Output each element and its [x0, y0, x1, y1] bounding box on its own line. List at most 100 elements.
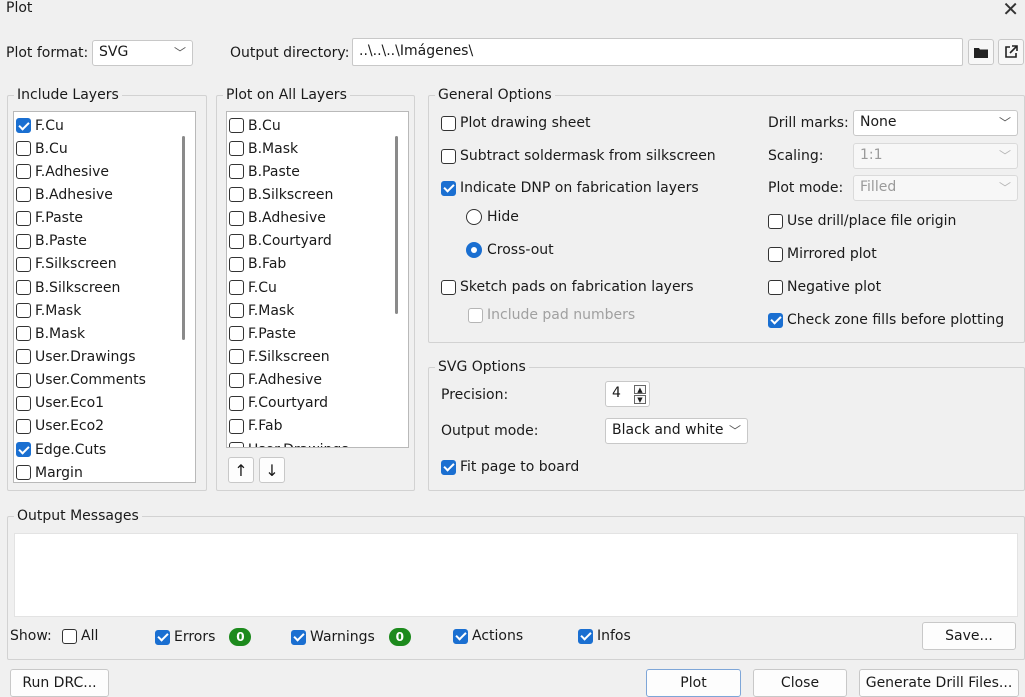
show-all-checkbox[interactable]: All [62, 628, 98, 644]
layer-checkbox[interactable] [16, 395, 31, 411]
include-layer-item[interactable]: B.Mask [14, 322, 177, 345]
include-layer-item[interactable]: User.Eco2 [14, 415, 177, 438]
close-window-icon[interactable]: ✕ [1002, 0, 1019, 21]
layer-checkbox[interactable] [16, 349, 31, 365]
output-directory-input[interactable]: ..\..\..\Imágenes\ [352, 38, 963, 66]
layer-checkbox[interactable] [16, 118, 31, 134]
plot-all-layers-list[interactable]: B.Cu B.Mask B.Paste B.Silkscreen B.Adhesive B… [226, 111, 409, 448]
layer-checkbox[interactable] [229, 326, 244, 342]
plot-mode-select[interactable]: Filled ﹀ [853, 175, 1018, 201]
include-layers-scrollbar[interactable] [182, 136, 185, 340]
layer-checkbox[interactable] [229, 418, 244, 434]
layer-checkbox[interactable] [229, 256, 244, 272]
include-pad-numbers-checkbox[interactable]: Include pad numbers [468, 307, 635, 323]
mirrored-plot-checkbox[interactable]: Mirrored plot [768, 246, 877, 262]
plot-all-layer-item[interactable]: B.Mask [227, 137, 390, 160]
plot-all-layer-item[interactable]: B.Cu [227, 114, 390, 137]
spin-down-icon[interactable]: ▼ [634, 395, 646, 404]
layer-checkbox[interactable] [229, 442, 244, 447]
show-warnings-checkbox[interactable]: Warnings 0 [291, 628, 411, 646]
plot-all-layer-item[interactable]: User.Drawings [227, 438, 390, 447]
plot-drawing-sheet-checkbox[interactable]: Plot drawing sheet [441, 115, 591, 131]
plot-all-layer-item[interactable]: B.Silkscreen [227, 183, 390, 206]
include-layers-list[interactable]: F.Cu B.Cu F.Adhesive B.Adhesive F.Paste B.Pas… [13, 111, 196, 483]
negative-plot-checkbox[interactable]: Negative plot [768, 279, 881, 295]
plot-all-layer-item[interactable]: B.Adhesive [227, 207, 390, 230]
layer-checkbox[interactable] [16, 233, 31, 249]
plot-button[interactable]: Plot [646, 669, 741, 697]
sketch-pads-checkbox[interactable]: Sketch pads on fabrication layers [441, 279, 694, 295]
layer-checkbox[interactable] [16, 141, 31, 157]
dnp-cross-out-radio[interactable]: Cross-out [466, 242, 554, 258]
include-layer-item[interactable]: B.Cu [14, 137, 177, 160]
include-layer-item[interactable]: User.Eco1 [14, 392, 177, 415]
layer-checkbox[interactable] [16, 372, 31, 388]
subtract-soldermask-checkbox[interactable]: Subtract soldermask from silkscreen [441, 148, 716, 164]
dnp-hide-radio[interactable]: Hide [466, 209, 519, 225]
precision-spinner[interactable]: 4 ▲ ▼ [605, 381, 650, 407]
layer-checkbox[interactable] [16, 465, 31, 481]
include-layer-item[interactable]: B.Paste [14, 230, 177, 253]
layer-checkbox[interactable] [229, 280, 244, 296]
layer-checkbox[interactable] [16, 210, 31, 226]
plot-all-layer-item[interactable]: F.Mask [227, 299, 390, 322]
plot-all-layer-item[interactable]: F.Fab [227, 415, 390, 438]
layer-checkbox[interactable] [229, 187, 244, 203]
layer-checkbox[interactable] [229, 372, 244, 388]
include-layer-item[interactable]: F.Silkscreen [14, 253, 177, 276]
save-messages-button[interactable]: Save... [922, 622, 1016, 650]
layer-checkbox[interactable] [229, 164, 244, 180]
layer-checkbox[interactable] [16, 256, 31, 272]
run-drc-button[interactable]: Run DRC... [10, 669, 109, 697]
plot-all-layer-item[interactable]: B.Fab [227, 253, 390, 276]
plot-all-layer-item[interactable]: F.Courtyard [227, 392, 390, 415]
fit-page-checkbox[interactable]: Fit page to board [441, 459, 579, 475]
plot-all-layer-item[interactable]: F.Paste [227, 322, 390, 345]
layer-checkbox[interactable] [229, 210, 244, 226]
plot-all-layer-item[interactable]: B.Courtyard [227, 230, 390, 253]
plot-all-layer-item[interactable]: F.Cu [227, 276, 390, 299]
layer-checkbox[interactable] [16, 442, 31, 458]
include-layer-item[interactable]: Margin [14, 461, 177, 482]
plot-all-layers-scrollbar[interactable] [395, 136, 398, 314]
close-button[interactable]: Close [753, 669, 847, 697]
layer-checkbox[interactable] [229, 349, 244, 365]
layer-checkbox[interactable] [16, 418, 31, 434]
layer-checkbox[interactable] [16, 187, 31, 203]
layer-checkbox[interactable] [16, 280, 31, 296]
layer-checkbox[interactable] [16, 164, 31, 180]
plot-format-select[interactable]: SVG ﹀ [92, 40, 193, 66]
layer-checkbox[interactable] [16, 326, 31, 342]
include-layer-item[interactable]: F.Adhesive [14, 160, 177, 183]
move-up-button[interactable]: ↑ [228, 457, 254, 483]
layer-checkbox[interactable] [16, 303, 31, 319]
layer-checkbox[interactable] [229, 303, 244, 319]
show-errors-checkbox[interactable]: Errors 0 [155, 628, 252, 646]
drill-marks-select[interactable]: None ﹀ [853, 110, 1018, 136]
include-layer-item[interactable]: Edge.Cuts [14, 438, 177, 461]
open-directory-button[interactable] [998, 39, 1024, 65]
spin-up-icon[interactable]: ▲ [634, 385, 646, 394]
output-mode-select[interactable]: Black and white ﹀ [605, 418, 748, 444]
layer-checkbox[interactable] [229, 395, 244, 411]
plot-all-layer-item[interactable]: F.Adhesive [227, 369, 390, 392]
plot-all-layer-item[interactable]: F.Silkscreen [227, 345, 390, 368]
show-infos-checkbox[interactable]: Infos [578, 628, 631, 644]
use-drill-origin-checkbox[interactable]: Use drill/place file origin [768, 213, 956, 229]
include-layer-item[interactable]: User.Drawings [14, 345, 177, 368]
layer-checkbox[interactable] [229, 141, 244, 157]
plot-all-layer-item[interactable]: B.Paste [227, 160, 390, 183]
output-messages-area[interactable] [14, 533, 1018, 617]
include-layer-item[interactable]: F.Paste [14, 207, 177, 230]
browse-folder-button[interactable] [968, 39, 994, 65]
layer-checkbox[interactable] [229, 118, 244, 134]
include-layer-item[interactable]: B.Adhesive [14, 183, 177, 206]
include-layer-item[interactable]: F.Mask [14, 299, 177, 322]
layer-checkbox[interactable] [229, 233, 244, 249]
scaling-select[interactable]: 1:1 ﹀ [853, 143, 1018, 169]
check-zone-fills-checkbox[interactable]: Check zone fills before plotting [768, 312, 1004, 328]
indicate-dnp-checkbox[interactable]: Indicate DNP on fabrication layers [441, 180, 699, 196]
move-down-button[interactable]: ↓ [259, 457, 285, 483]
include-layer-item[interactable]: B.Silkscreen [14, 276, 177, 299]
generate-drill-files-button[interactable]: Generate Drill Files... [859, 669, 1019, 697]
